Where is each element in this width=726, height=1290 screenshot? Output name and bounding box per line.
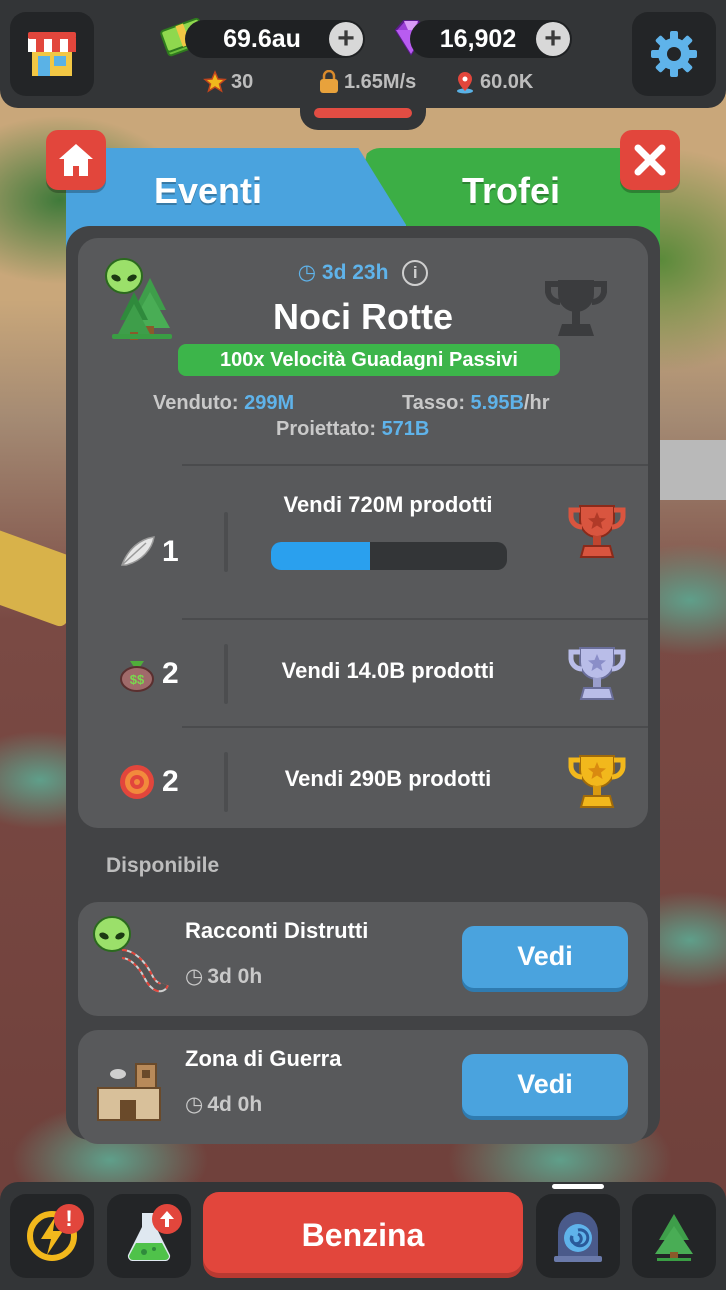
selected-indicator xyxy=(552,1184,604,1189)
boost-button[interactable] xyxy=(10,1194,94,1278)
tier-divider xyxy=(182,464,648,466)
tier-goal: Vendi 290B prodotti xyxy=(284,766,492,791)
bronze-trophy-icon xyxy=(568,505,626,558)
home-button[interactable] xyxy=(46,130,106,190)
tier-goal: Vendi 720M prodotti xyxy=(283,492,493,517)
distance-stat: 60.0K xyxy=(454,70,533,94)
income-rate-value: 1.65M/s xyxy=(344,70,417,93)
tier-separator xyxy=(224,644,228,704)
rate-unit: /hr xyxy=(523,392,550,414)
projected-label: Proiettato: xyxy=(276,418,376,440)
tier-reward-qty: 2 xyxy=(162,657,179,690)
tier-goal: Vendi 14.0B prodotti xyxy=(281,658,495,683)
available-event-duration-value: 3d 0h xyxy=(207,964,263,988)
view-event-button[interactable]: Vedi xyxy=(462,926,628,988)
projected-stat: Proiettato: 571B xyxy=(276,418,429,441)
stars-value: 30 xyxy=(231,70,254,93)
available-section-label: Disponibile xyxy=(106,854,220,877)
cash-value: 69.6au xyxy=(223,24,301,53)
rate-value: 5.95B xyxy=(470,392,524,414)
research-button[interactable] xyxy=(107,1194,191,1278)
rate-stat: Tasso: 5.95B/hr xyxy=(402,392,549,415)
view-event-button[interactable]: Vedi xyxy=(462,1054,628,1116)
available-event-duration-value: 4d 0h xyxy=(207,1092,263,1116)
available-event-card: Zona di Guerra ◷ 4d 0h Vedi xyxy=(78,1030,648,1144)
home-icon xyxy=(59,144,93,176)
available-event-duration: ◷ 3d 0h xyxy=(185,964,262,989)
portal-icon xyxy=(554,1212,602,1262)
tier-separator xyxy=(224,752,228,812)
money-bag-icon: $$ xyxy=(120,661,154,692)
info-icon[interactable]: i xyxy=(402,260,429,287)
boost-alert-badge: ! xyxy=(54,1204,84,1234)
portal-button[interactable] xyxy=(536,1194,620,1278)
top-bar-handle-indicator xyxy=(314,108,412,118)
stars-stat: 30 xyxy=(203,70,253,94)
arrow-up-icon xyxy=(160,1211,174,1227)
gem-value: 16,902 xyxy=(439,24,517,53)
tier-reward: 2 xyxy=(118,728,208,836)
silver-trophy-icon xyxy=(568,647,626,700)
tier-row-1: 1 Vendi 720M prodotti xyxy=(78,488,648,616)
tier-reward: $$ 2 xyxy=(118,620,208,728)
svg-text:$$: $$ xyxy=(130,672,145,687)
shop-button[interactable] xyxy=(10,12,94,96)
close-button[interactable] xyxy=(620,130,680,190)
forest-button[interactable] xyxy=(632,1194,716,1278)
feather-icon xyxy=(120,536,155,566)
tier-reward-qty: 2 xyxy=(162,765,179,798)
current-event-card: ◷ 3d 23h i Noci Rotte 100x Velocità Guad… xyxy=(78,238,648,828)
map-pin-icon xyxy=(457,72,473,94)
gold-trophy-icon xyxy=(568,755,626,808)
boost-badge: 100x Velocità Guadagni Passivi xyxy=(178,344,560,376)
available-event-title: Zona di Guerra xyxy=(185,1046,342,1071)
add-gems-button[interactable]: + xyxy=(536,22,570,56)
available-event-title: Racconti Distrutti xyxy=(185,918,369,943)
tier-reward: 1 xyxy=(118,488,208,616)
fuel-button[interactable]: Benzina xyxy=(203,1192,523,1278)
projected-value: 571B xyxy=(381,418,430,440)
target-icon xyxy=(120,765,154,799)
star-icon xyxy=(203,70,227,93)
close-icon xyxy=(634,144,666,176)
gear-icon xyxy=(651,31,697,77)
tier-row-2: $$ 2 Vendi 14.0B prodotti xyxy=(78,620,648,728)
tier-row-3: 2 Vendi 290B prodotti xyxy=(78,728,648,836)
clock-icon: ◷ xyxy=(185,1093,204,1116)
gem-counter: 16,902 + xyxy=(410,20,572,58)
shop-icon xyxy=(28,32,76,76)
distance-value: 60.0K xyxy=(480,70,534,93)
research-upgrade-badge xyxy=(152,1204,182,1234)
events-panel: ◷ 3d 23h i Noci Rotte 100x Velocità Guad… xyxy=(66,226,660,1144)
clock-icon: ◷ xyxy=(297,261,317,284)
tab-trophies-label: Trofei xyxy=(462,170,561,211)
settings-button[interactable] xyxy=(632,12,716,96)
available-event-card: Racconti Distrutti ◷ 3d 0h Vedi xyxy=(78,902,648,1016)
event-timer-value: 3d 23h xyxy=(321,261,389,284)
income-rate-stat: 1.65M/s xyxy=(318,70,416,94)
tier-separator xyxy=(224,512,228,572)
clock-icon: ◷ xyxy=(185,965,204,988)
add-cash-button[interactable]: + xyxy=(329,22,363,56)
sold-label: Venduto: xyxy=(153,392,239,414)
trees-icon xyxy=(655,1214,693,1261)
background-shelf xyxy=(650,440,726,500)
tier-reward-qty: 1 xyxy=(162,535,179,568)
tier-progress-fill xyxy=(271,542,371,570)
lock-bag-icon xyxy=(320,70,338,93)
rate-label: Tasso: xyxy=(402,392,465,414)
cash-counter: 69.6au + xyxy=(185,20,365,58)
alien-racetrack-icon xyxy=(93,916,169,993)
tab-events-label: Eventi xyxy=(154,170,263,211)
tier-progress-bar xyxy=(271,542,507,570)
sold-stat: Venduto: 299M xyxy=(153,392,294,415)
event-title: Noci Rotte xyxy=(273,296,453,337)
war-zone-building-icon xyxy=(97,1063,161,1121)
sold-value: 299M xyxy=(244,392,295,414)
available-event-duration: ◷ 4d 0h xyxy=(185,1092,262,1117)
